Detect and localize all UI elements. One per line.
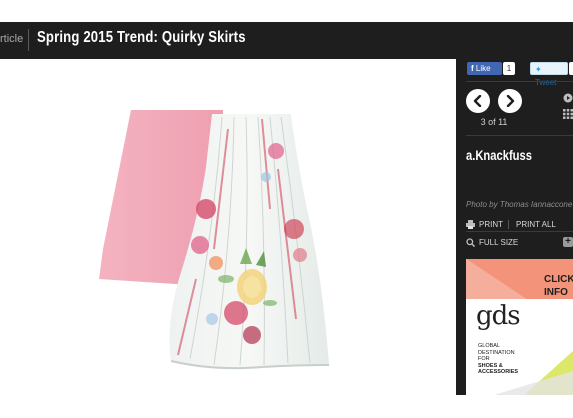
full-size-label: FULL SIZE xyxy=(479,238,519,247)
gallery-header: rticle Spring 2015 Trend: Quirky Skirts xyxy=(0,22,573,59)
designer-name: a.Knackfuss xyxy=(466,147,532,163)
magnifier-icon xyxy=(466,238,475,247)
slideshow-play-icon[interactable] xyxy=(563,93,573,103)
facebook-like-button[interactable]: f Like xyxy=(467,62,502,75)
tweet-button[interactable]: ✦ Tweet xyxy=(530,62,568,87)
ad-tagline: GLOBAL DESTINATION FOR SHOES & ACCESSORI… xyxy=(478,343,518,376)
header-divider xyxy=(28,29,29,51)
divider xyxy=(466,81,573,82)
ad-tagline-line: ACCESSORIES xyxy=(478,369,519,375)
facebook-icon: f xyxy=(471,64,474,73)
gallery-image[interactable] xyxy=(0,59,456,395)
like-label: Like xyxy=(475,64,491,73)
ad-click-line: CLICK xyxy=(544,274,573,285)
photo-credit: Photo by Thomas Iannaccone xyxy=(466,200,573,209)
like-count: 1 xyxy=(503,62,515,75)
advertisement[interactable]: CLICK INFO gds GLOBAL DESTINATION FOR SH… xyxy=(466,259,573,395)
ad-click-text: CLICK INFO xyxy=(544,273,573,299)
print-label: PRINT xyxy=(479,220,503,229)
next-slide-button[interactable] xyxy=(498,89,522,113)
page-title: Spring 2015 Trend: Quirky Skirts xyxy=(37,29,246,46)
tweet-count: 0 xyxy=(569,62,573,75)
full-size-button[interactable]: FULL SIZE xyxy=(466,238,518,247)
back-to-article-link[interactable]: rticle xyxy=(0,33,23,45)
skirt-photo xyxy=(99,110,330,370)
twitter-icon: ✦ xyxy=(535,65,542,74)
previous-slide-button[interactable] xyxy=(466,89,490,113)
print-all-button[interactable]: PRINT ALL xyxy=(516,220,556,229)
chevron-right-icon xyxy=(506,95,515,107)
gallery-frame: rticle Spring 2015 Trend: Quirky Skirts xyxy=(0,22,573,395)
gallery-sidebar: f Like 1 ✦ Tweet 0 xyxy=(456,59,573,395)
chevron-left-icon xyxy=(473,95,482,107)
ad-info-line: INFO xyxy=(544,287,568,298)
print-button[interactable]: PRINT xyxy=(466,220,503,229)
divider xyxy=(466,135,573,136)
tool-divider xyxy=(508,220,509,229)
gds-logo: gds xyxy=(476,301,521,331)
expand-plus-button[interactable]: + xyxy=(563,237,573,247)
tweet-label: Tweet xyxy=(535,78,557,87)
printer-icon xyxy=(466,220,475,229)
thumbnail-grid-icon[interactable] xyxy=(563,109,573,119)
slide-counter: 3 of 11 xyxy=(480,117,508,127)
divider xyxy=(466,231,573,232)
print-all-label: PRINT ALL xyxy=(516,220,556,229)
